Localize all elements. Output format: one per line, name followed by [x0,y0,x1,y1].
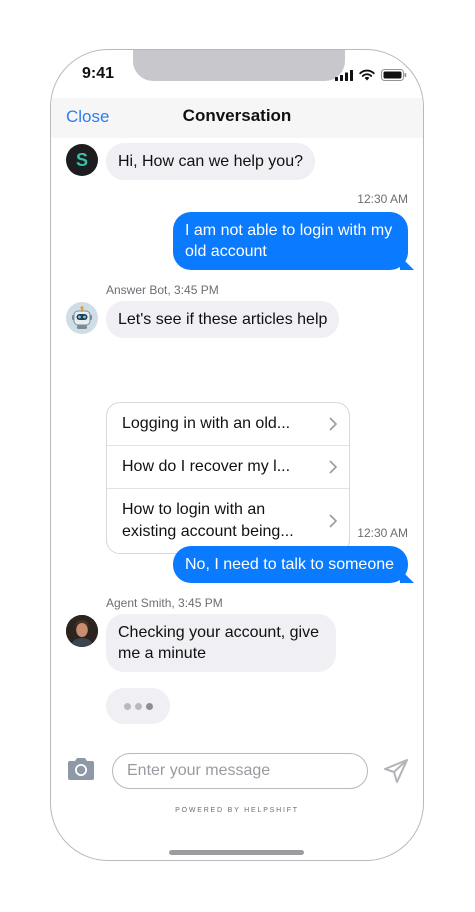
article-title: How do I recover my l... [122,458,291,475]
person-avatar-icon [66,615,98,647]
message-thread[interactable]: S Hi, How can we help you? 12:30 AM I am… [51,138,423,748]
status-time: 9:41 [82,65,115,82]
home-indicator [169,850,304,855]
typing-dot [123,702,131,710]
chevron-right-icon [329,514,337,528]
page-title: Conversation [182,106,292,125]
article-link-1[interactable]: Logging in with an old... [107,403,349,446]
message-composer [51,750,423,795]
message-bot: Let's see if these articles help [106,301,340,338]
article-link-2[interactable]: How do I recover my l... [107,446,349,489]
status-icons [335,69,407,81]
chevron-right-icon [329,417,337,431]
message-input[interactable] [112,753,368,789]
chevron-right-icon [329,460,337,474]
message-user-2: No, I need to talk to someone [173,546,408,583]
bot-avatar [66,302,98,334]
support-avatar: S [66,144,98,176]
message-timestamp: 12:30 AM [357,526,408,540]
message-user-1: I am not able to login with my old accou… [173,212,408,270]
message-timestamp: 12:30 AM [357,192,408,206]
support-avatar-initial: S [75,149,88,170]
battery-icon [381,69,407,81]
article-suggestions: Logging in with an old... How do I recov… [106,402,350,554]
sender-label-bot: Answer Bot, 3:45 PM [106,283,219,297]
signal-icon [335,69,353,81]
robot-icon [72,306,92,329]
phone-frame: 9:41 Close Conversation S Hi, How can we… [50,49,424,861]
message-agent: Checking your account, give me a minute [106,614,336,672]
powered-by-label: POWERED BY HELPSHIFT [175,807,299,814]
agent-avatar [66,615,98,647]
typing-indicator [106,688,170,724]
message-greeting: Hi, How can we help you? [106,143,315,180]
wifi-icon [359,69,375,81]
typing-dot [134,702,142,710]
article-title: How to login with an existing account be… [122,501,294,540]
article-link-3[interactable]: How to login with an existing account be… [107,489,349,553]
camera-icon[interactable] [66,757,96,781]
article-title: Logging in with an old... [122,415,291,432]
navigation-bar: Close Conversation [51,98,423,138]
send-icon[interactable] [383,758,409,784]
typing-dot [145,702,153,710]
status-bar: 9:41 [51,50,423,98]
sender-label-agent: Agent Smith, 3:45 PM [106,596,223,610]
